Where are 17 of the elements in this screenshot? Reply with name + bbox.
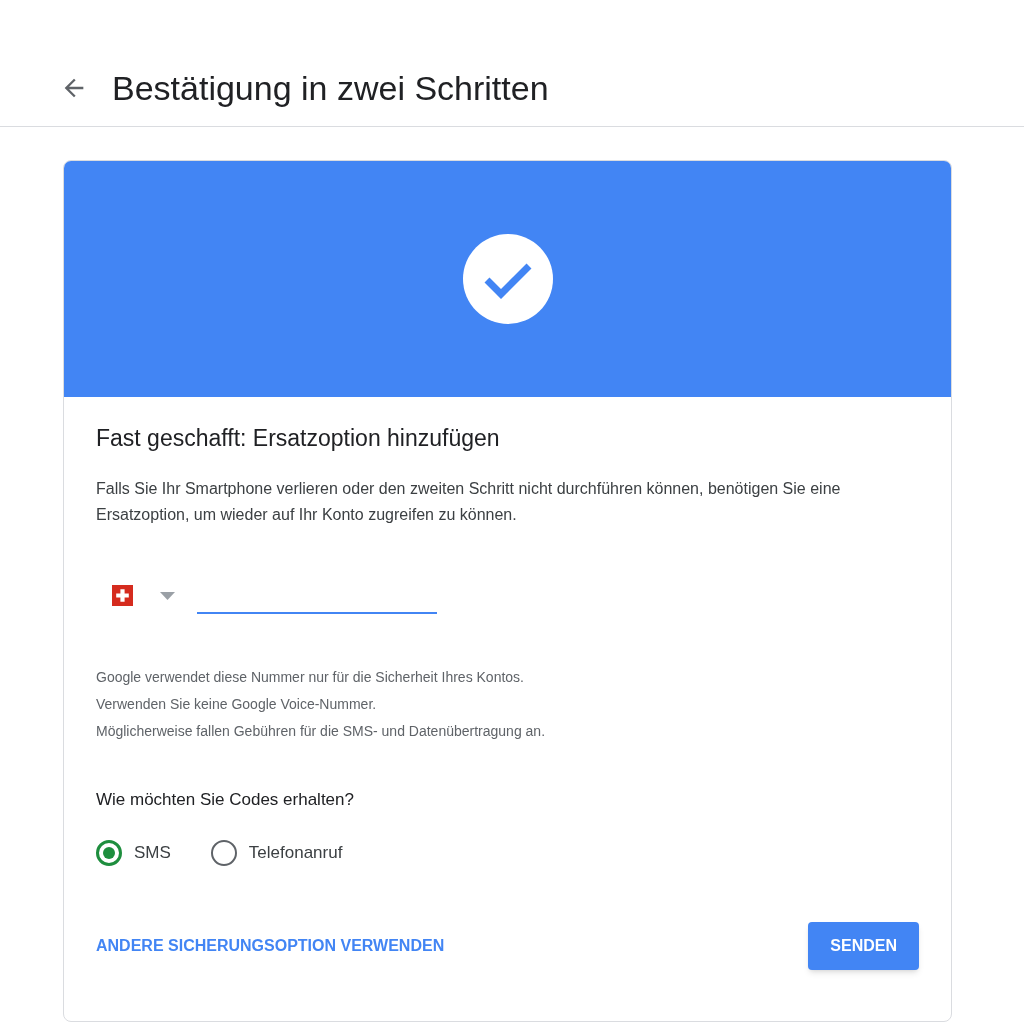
radio-button[interactable]: [210, 840, 237, 866]
note-text: Möglicherweise fallen Gebühren für die SMS- und Datenübertragung an.: [96, 721, 547, 741]
note-text: Google verwendet diese Nummer nur für die Sicherheit Ihres Kontos.: [96, 667, 525, 687]
country-select[interactable]: [112, 585, 175, 606]
flag-icon: [112, 585, 133, 606]
note-text: Verwenden Sie keine Google Voice-Nummer.: [96, 694, 378, 714]
other-option-link[interactable]: ANDERE SICHERUNGSOPTION VERWENDEN: [96, 934, 445, 958]
page-title: Bestätigung in zwei Schritten: [112, 67, 549, 109]
description: Falls Sie Ihr Smartphone verlieren oder den zweiten Schritt nicht durchführen können, benötigen Sie eine Ersatzoption, um wieder auf Ihr Konto zugreifen zu können.: [96, 478, 842, 525]
option-label: SMS: [134, 842, 171, 865]
send-button[interactable]: SENDEN: [808, 922, 919, 970]
dropdown-caret-icon: [160, 591, 175, 600]
radio-button[interactable]: [96, 840, 122, 866]
question-label: Wie möchten Sie Codes erhalten?: [96, 788, 355, 811]
option-label: Telefonanruf: [248, 842, 343, 865]
card-heading: Fast geschafft: Ersatzoption hinzufügen: [96, 424, 501, 453]
checkmark-icon: [462, 234, 553, 324]
